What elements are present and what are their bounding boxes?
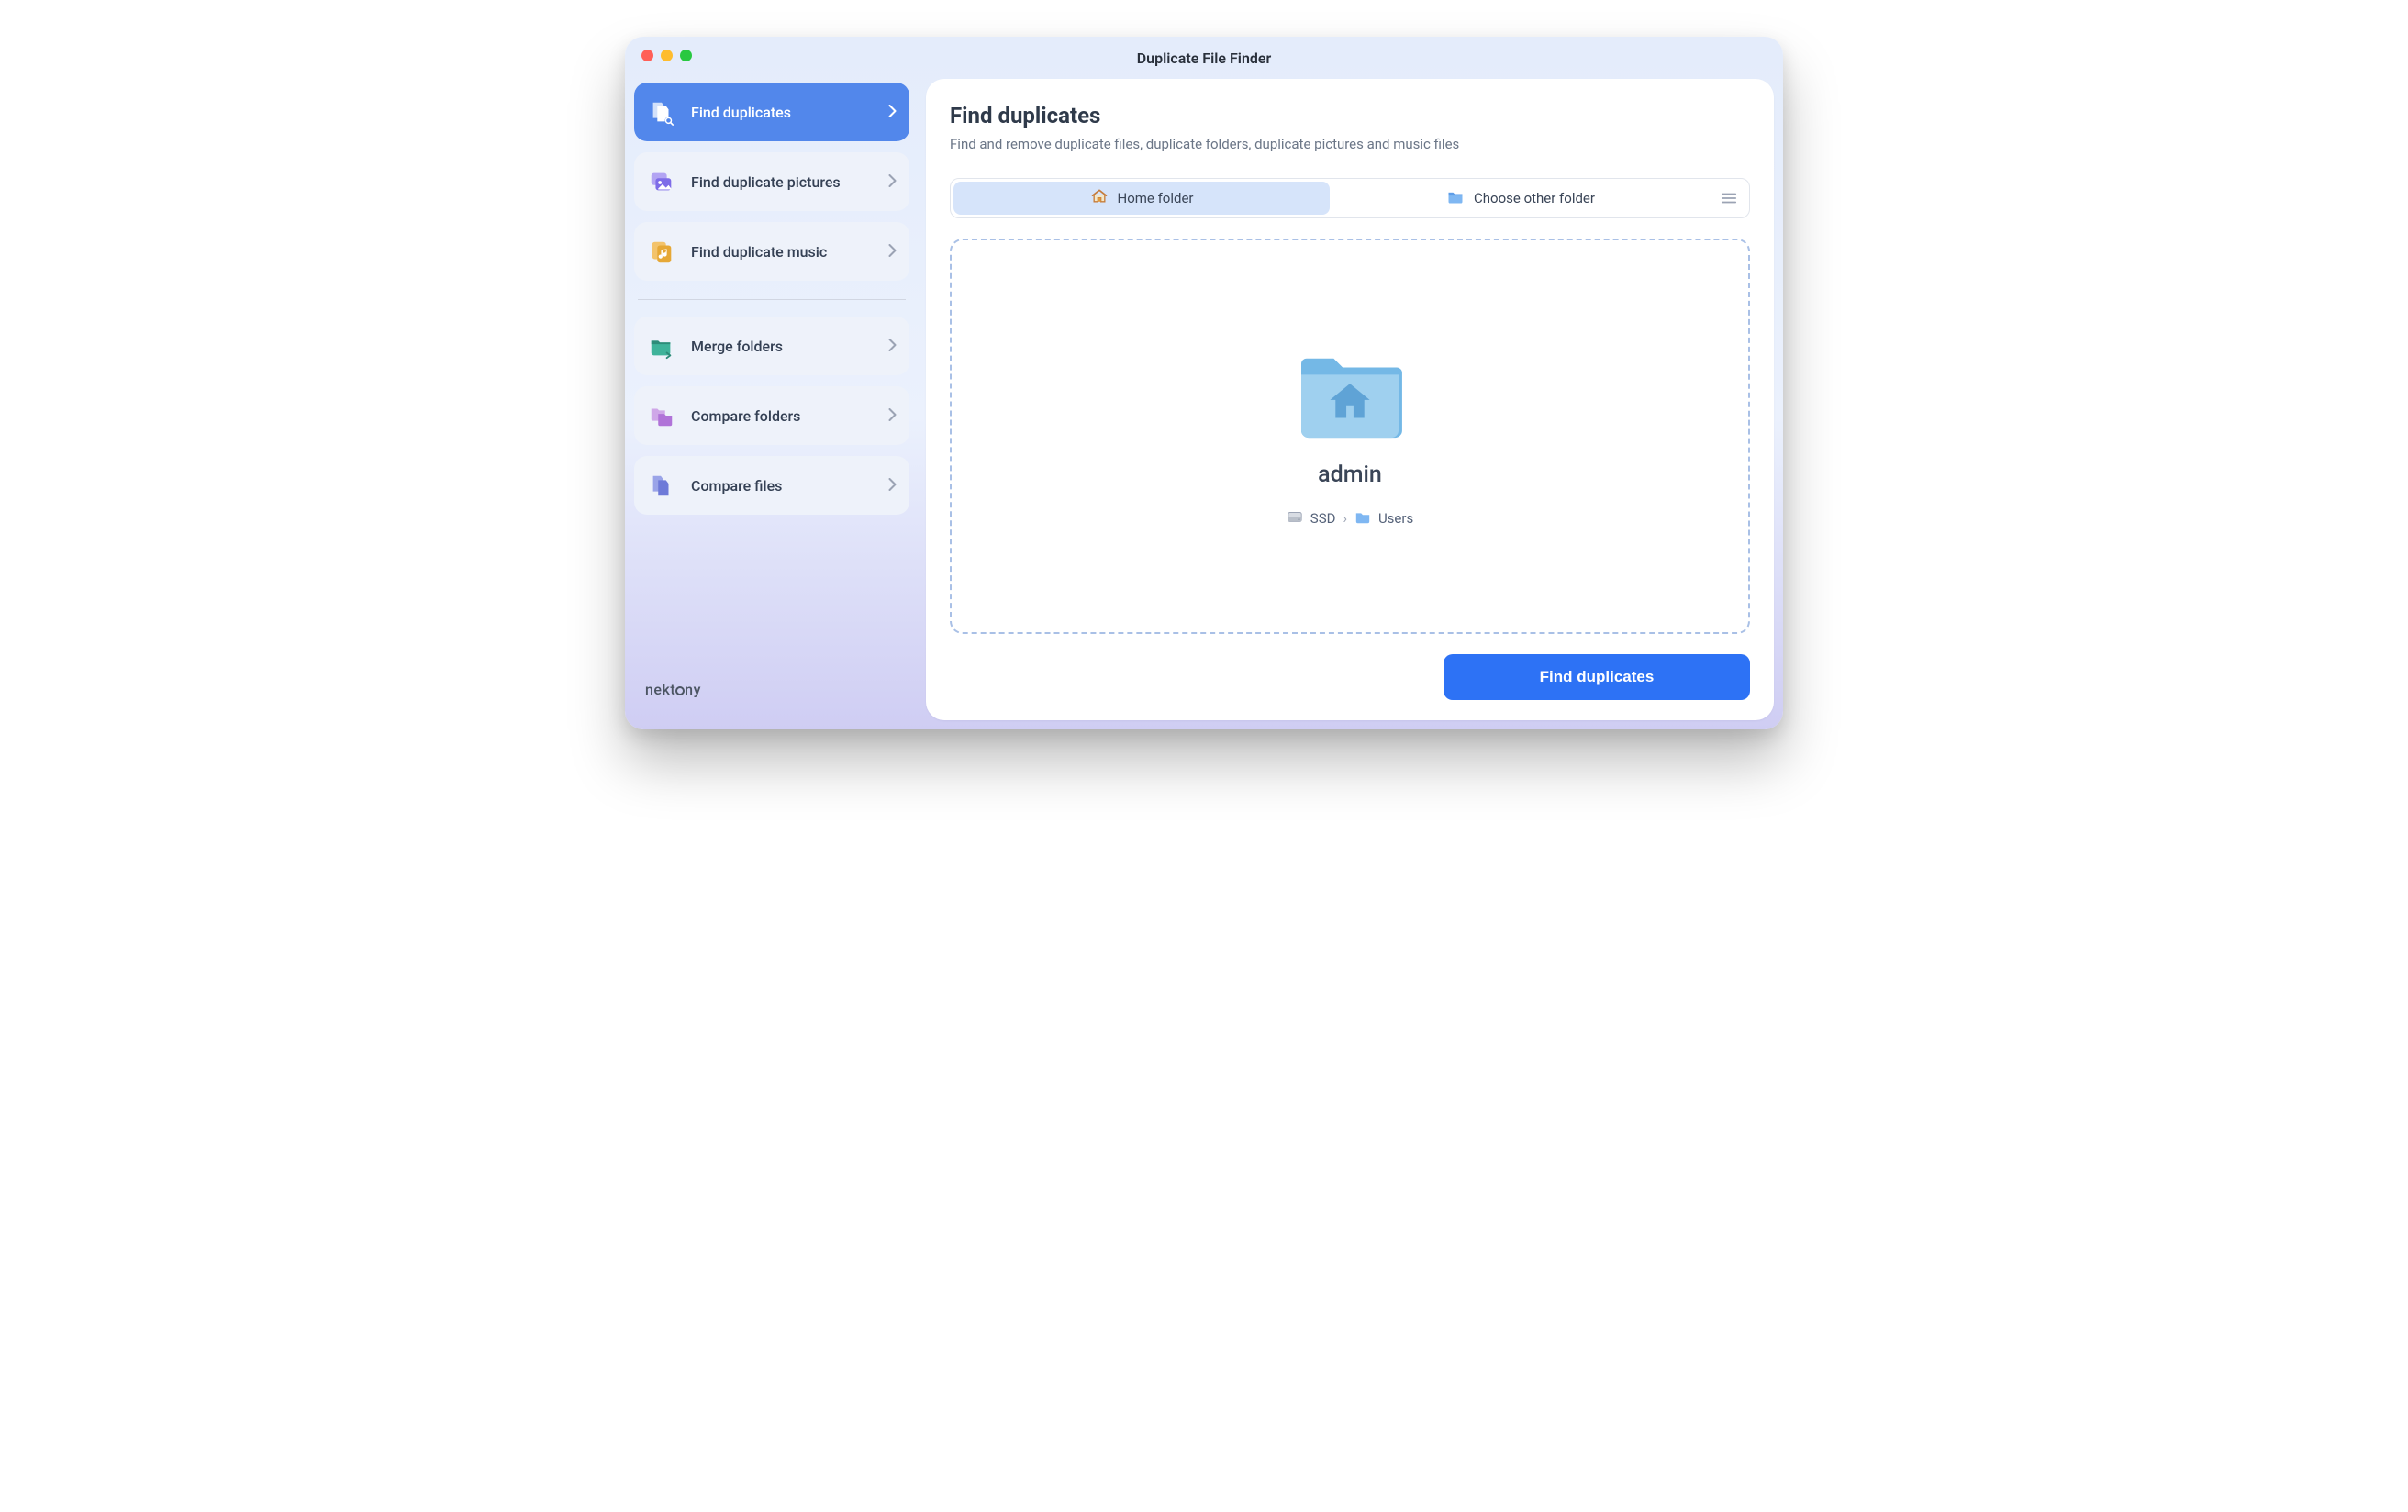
sidebar-item-find-duplicate-pictures[interactable]: Find duplicate pictures	[634, 152, 909, 211]
folder-dropzone[interactable]: admin SSD › Users	[950, 239, 1750, 634]
sidebar-item-label: Find duplicate pictures	[691, 173, 874, 191]
traffic-lights	[641, 50, 692, 61]
minimize-window-button[interactable]	[661, 50, 673, 61]
music-icon	[647, 237, 676, 266]
selected-folder-path: SSD › Users	[1287, 508, 1413, 528]
sidebar-item-compare-folders[interactable]: Compare folders	[634, 386, 909, 445]
page-heading: Find duplicates	[950, 103, 1750, 128]
chevron-right-icon	[888, 243, 897, 261]
sidebar-group-1: Find duplicates Find duplicate pictures …	[634, 83, 909, 281]
compare-files-icon	[647, 471, 676, 500]
titlebar: Duplicate File Finder	[625, 37, 1783, 79]
brand-logo: nektny	[634, 668, 909, 720]
selected-folder-name: admin	[1318, 461, 1382, 488]
sidebar-item-find-duplicate-music[interactable]: Find duplicate music	[634, 222, 909, 281]
list-toggle-button[interactable]	[1709, 179, 1749, 217]
path-disk: SSD	[1310, 510, 1336, 527]
merge-folders-icon	[647, 331, 676, 361]
page-subheading: Find and remove duplicate files, duplica…	[950, 136, 1750, 152]
sidebar-group-2: Merge folders Compare folders Compare fi…	[634, 317, 909, 515]
segment-label: Home folder	[1118, 190, 1194, 206]
compare-folders-icon	[647, 401, 676, 430]
window-title: Duplicate File Finder	[625, 50, 1783, 67]
find-duplicates-button[interactable]: Find duplicates	[1444, 654, 1750, 700]
app-body: Find duplicates Find duplicate pictures …	[625, 79, 1783, 729]
selected-folder-icon	[1296, 344, 1404, 445]
sidebar-item-label: Merge folders	[691, 338, 874, 355]
folder-source-selector: Home folder Choose other folder	[950, 178, 1750, 218]
path-parent: Users	[1378, 510, 1413, 527]
segment-choose-other-folder[interactable]: Choose other folder	[1332, 179, 1709, 217]
sidebar-item-compare-files[interactable]: Compare files	[634, 456, 909, 515]
pictures-icon	[647, 167, 676, 196]
sidebar-item-merge-folders[interactable]: Merge folders	[634, 317, 909, 375]
sidebar-item-label: Find duplicates	[691, 104, 874, 121]
disk-icon	[1287, 508, 1303, 528]
home-icon	[1090, 187, 1109, 209]
chevron-right-icon	[888, 477, 897, 495]
chevron-right-icon	[888, 173, 897, 191]
sidebar-item-label: Compare folders	[691, 407, 874, 425]
main-panel: Find duplicates Find and remove duplicat…	[926, 79, 1774, 720]
close-window-button[interactable]	[641, 50, 653, 61]
sidebar-item-label: Find duplicate music	[691, 243, 874, 261]
app-window: Duplicate File Finder Find duplicates Fi…	[625, 37, 1783, 729]
segment-label: Choose other folder	[1474, 190, 1595, 206]
fullscreen-window-button[interactable]	[680, 50, 692, 61]
path-separator-icon: ›	[1343, 510, 1347, 527]
chevron-right-icon	[888, 338, 897, 355]
chevron-right-icon	[888, 407, 897, 425]
duplicates-icon	[647, 97, 676, 127]
folder-icon	[1446, 187, 1465, 209]
sidebar: Find duplicates Find duplicate pictures …	[634, 79, 909, 720]
sidebar-separator	[638, 299, 906, 300]
segment-home-folder[interactable]: Home folder	[953, 182, 1330, 215]
folder-small-icon	[1354, 508, 1371, 528]
sidebar-item-label: Compare files	[691, 477, 874, 495]
chevron-right-icon	[888, 104, 897, 121]
sidebar-item-find-duplicates[interactable]: Find duplicates	[634, 83, 909, 141]
